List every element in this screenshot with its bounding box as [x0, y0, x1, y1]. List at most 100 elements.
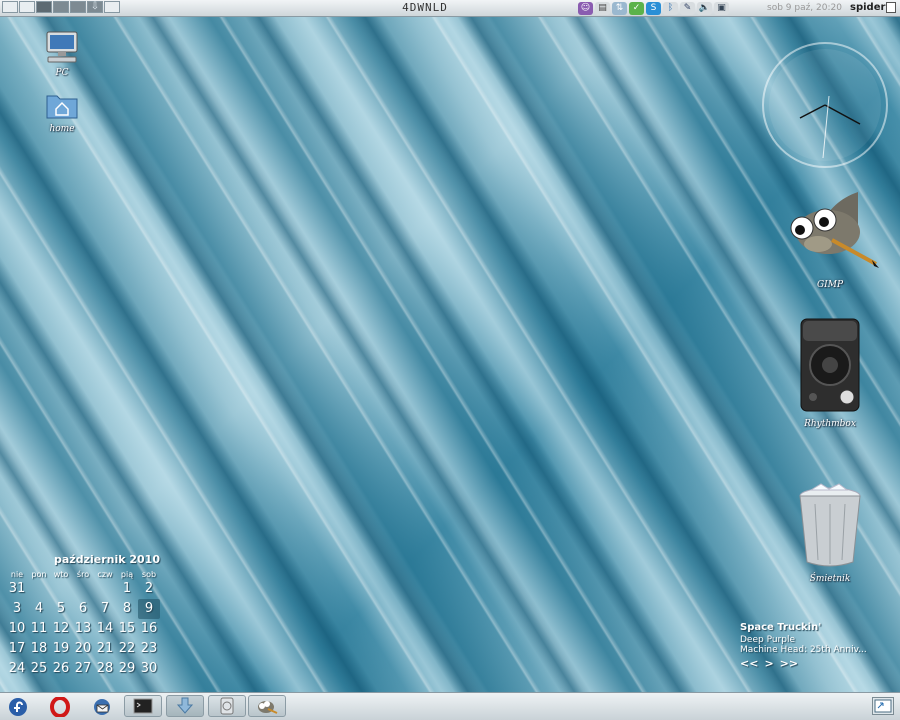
taskbar-disk[interactable]	[208, 695, 246, 717]
computer-icon	[46, 31, 78, 63]
home-folder-icon	[46, 95, 78, 119]
calendar-day[interactable]: 29	[116, 659, 138, 679]
show-desktop-button[interactable]	[872, 697, 894, 715]
calendar-day[interactable]: 28	[94, 659, 116, 679]
calendar-day[interactable]: 19	[50, 639, 72, 659]
user-menu[interactable]: spider	[850, 0, 885, 16]
update-icon[interactable]: ✓	[629, 1, 644, 15]
song-title: Space Truckin'	[740, 622, 822, 633]
song-album: Machine Head: 25th Anniv...	[740, 645, 867, 655]
calendar-week: 10 11 12 13 14 15 16	[6, 619, 162, 639]
calendar-day	[28, 579, 50, 599]
workspace-1[interactable]	[2, 1, 18, 13]
calendar-day[interactable]: 2	[138, 579, 160, 599]
weekday: sob	[141, 570, 157, 579]
calendar-day[interactable]: 20	[72, 639, 94, 659]
network-icon[interactable]: ⇅	[612, 1, 627, 15]
calendar-day[interactable]: 31	[6, 579, 28, 599]
desktop-icon-label: Śmietnik	[809, 574, 851, 584]
calendar-day[interactable]: 22	[116, 639, 138, 659]
clipboard-icon[interactable]: ▤	[595, 1, 610, 15]
calendar-day-today[interactable]: 9	[138, 599, 160, 619]
taskbar-download[interactable]	[166, 695, 204, 717]
calendar-day[interactable]: 13	[72, 619, 94, 639]
workspace-switcher[interactable]: ⇩	[2, 1, 120, 13]
desktop-icon-label: home	[49, 124, 75, 134]
calendar-day[interactable]: 10	[6, 619, 28, 639]
previous-button[interactable]: <<	[740, 657, 758, 670]
weekday: pon	[31, 570, 47, 579]
calendar-day[interactable]: 25	[28, 659, 50, 679]
system-tray: ☺ ▤ ⇅ ✓ S ᛒ ✎ 🔈 ▣	[578, 0, 729, 16]
opera-launcher[interactable]	[48, 697, 72, 717]
calendar-day[interactable]: 23	[138, 639, 160, 659]
show-desktop-icon	[874, 699, 892, 713]
volume-icon[interactable]: 🔈	[697, 1, 712, 15]
calendar-day	[72, 579, 94, 599]
calendar-day[interactable]: 1	[116, 579, 138, 599]
calendar-day[interactable]: 26	[50, 659, 72, 679]
workspace-4[interactable]	[53, 1, 69, 13]
weekday: pią	[120, 570, 134, 579]
window-title: 4DWNLD	[402, 1, 448, 14]
calendar-day[interactable]: 6	[72, 599, 94, 619]
weekday: nie	[10, 570, 24, 579]
calendar-day[interactable]: 17	[6, 639, 28, 659]
next-button[interactable]: >>	[780, 657, 798, 670]
shutdown-icon[interactable]	[886, 2, 896, 13]
download-arrow-icon[interactable]: ⇩	[87, 1, 103, 13]
workspace-5[interactable]	[70, 1, 86, 13]
desktop-icon-pc[interactable]: PC	[40, 30, 84, 78]
taskbar-gimp[interactable]	[248, 695, 286, 717]
workspace-3[interactable]	[36, 1, 52, 13]
top-panel: ⇩ 4DWNLD ☺ ▤ ⇅ ✓ S ᛒ ✎ 🔈 ▣ sob 9 paź, 20…	[0, 0, 900, 17]
thunderbird-launcher[interactable]	[90, 697, 114, 717]
calendar-day[interactable]: 14	[94, 619, 116, 639]
workspace-7[interactable]	[104, 1, 120, 13]
calendar-week: 31 1 2	[6, 579, 162, 599]
bottom-panel	[0, 692, 900, 720]
trash-icon	[799, 483, 861, 567]
download-icon	[176, 697, 194, 714]
calendar-day[interactable]: 24	[6, 659, 28, 679]
keyboard-icon[interactable]: ✎	[680, 1, 695, 15]
song-artist: Deep Purple	[740, 635, 796, 645]
calendar-week: 17 18 19 20 21 22 23	[6, 639, 162, 659]
calendar-day[interactable]: 4	[28, 599, 50, 619]
calendar-day[interactable]: 15	[116, 619, 138, 639]
calendar-month-title: październik 2010	[54, 553, 160, 566]
calendar-week: 24 25 26 27 28 29 30	[6, 659, 162, 679]
calendar-weekdays: nie pon wto śro czw pią sob	[6, 566, 162, 579]
calendar-day[interactable]: 11	[28, 619, 50, 639]
display-icon[interactable]: ▣	[714, 1, 729, 15]
calendar-day[interactable]: 18	[28, 639, 50, 659]
gimp-icon	[790, 192, 879, 268]
clock[interactable]: sob 9 paź, 20:20	[767, 0, 842, 16]
calendar-widget: październik 2010 nie pon wto śro czw pią…	[6, 553, 162, 679]
calendar-day[interactable]: 21	[94, 639, 116, 659]
calendar-day[interactable]: 7	[94, 599, 116, 619]
desktop-icon-home[interactable]: home	[40, 90, 84, 134]
calendar-day[interactable]: 16	[138, 619, 160, 639]
desktop-icon-trash[interactable]: Śmietnik	[785, 482, 875, 584]
disk-icon	[220, 697, 234, 715]
desktop-icon-gimp[interactable]: GIMP	[775, 188, 885, 290]
calendar-day	[50, 579, 72, 599]
pidgin-icon[interactable]: ☺	[578, 1, 593, 15]
fedora-menu-button[interactable]	[6, 697, 30, 717]
workspace-2[interactable]	[19, 1, 35, 13]
desktop-icon-rhythmbox[interactable]: Rhythmbox	[785, 315, 875, 429]
calendar-day[interactable]: 3	[6, 599, 28, 619]
play-button[interactable]: >	[764, 657, 773, 670]
calendar-week: 3 4 5 6 7 8 9	[6, 599, 162, 619]
music-player-widget: Space Truckin' Deep Purple Machine Head:…	[740, 622, 880, 670]
calendar-day[interactable]: 27	[72, 659, 94, 679]
calendar-day[interactable]: 30	[138, 659, 160, 679]
weekday: śro	[76, 570, 90, 579]
calendar-day[interactable]: 12	[50, 619, 72, 639]
calendar-day[interactable]: 8	[116, 599, 138, 619]
bluetooth-icon[interactable]: ᛒ	[663, 1, 678, 15]
taskbar-terminal[interactable]	[124, 695, 162, 717]
skype-icon[interactable]: S	[646, 1, 661, 15]
calendar-day[interactable]: 5	[50, 599, 72, 619]
